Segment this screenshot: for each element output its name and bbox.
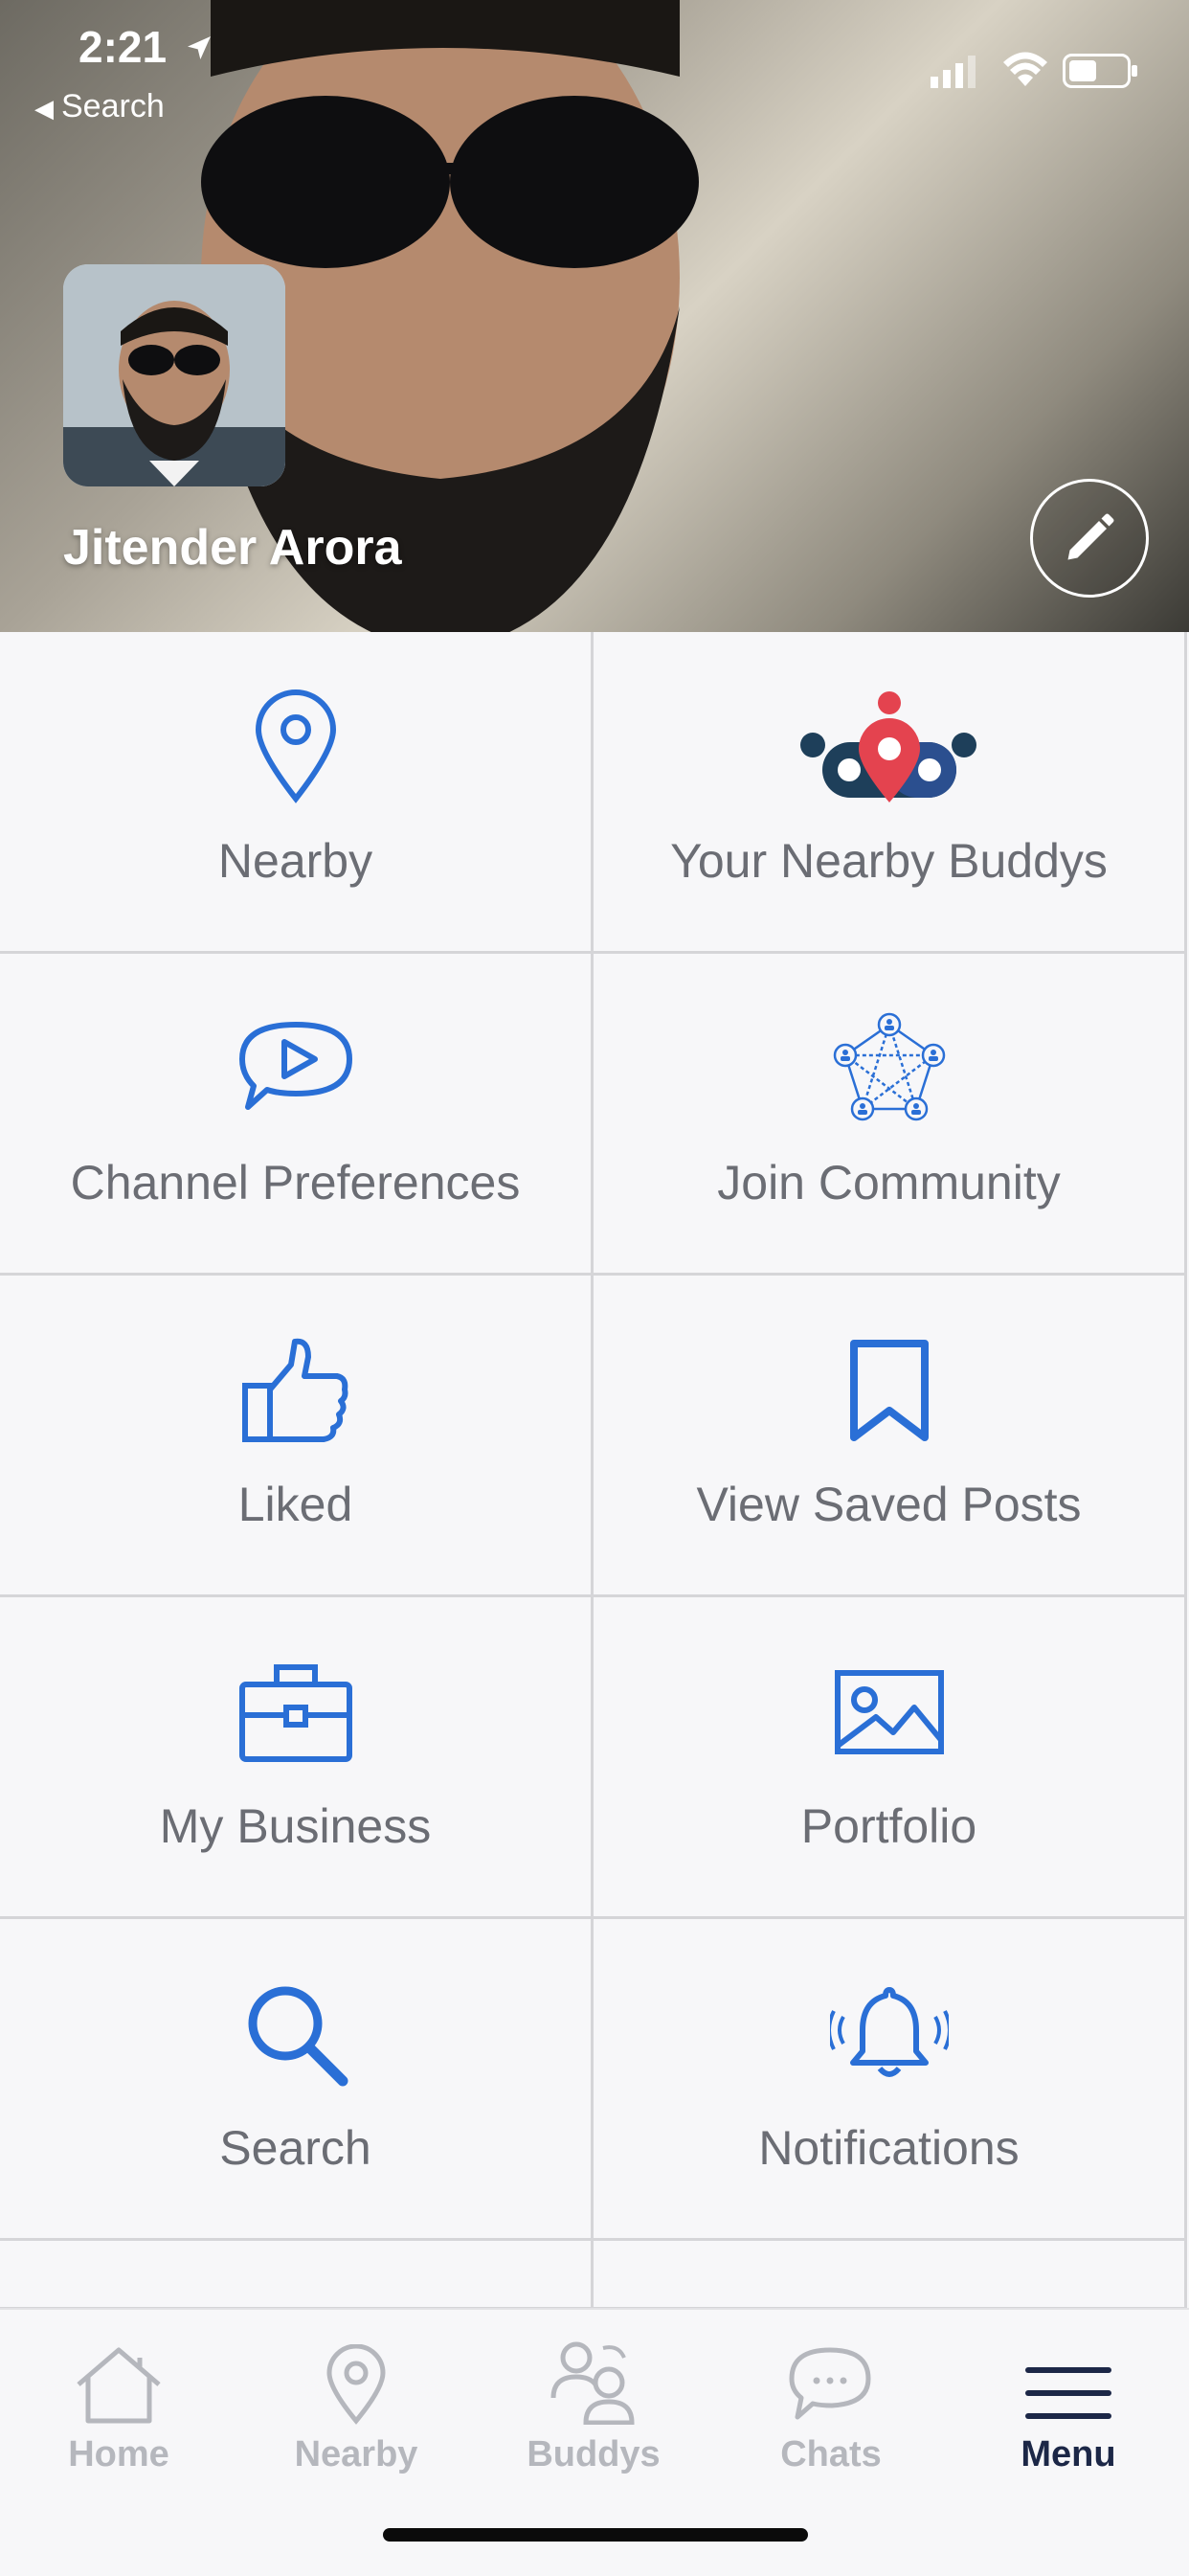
menu-item-partial[interactable] <box>0 2241 594 2310</box>
tab-label: Home <box>68 2434 169 2474</box>
pencil-icon <box>1067 513 1114 560</box>
menu-item-label: View Saved Posts <box>696 1478 1082 1531</box>
avatar-photo <box>63 264 285 486</box>
bookmark-icon <box>849 1340 929 1441</box>
community-network-icon <box>833 1012 945 1121</box>
location-pin-icon <box>326 2344 386 2425</box>
menu-item-nearby[interactable]: Nearby <box>0 632 594 954</box>
hamburger-menu-icon <box>1025 2367 1111 2419</box>
menu-item-label: Liked <box>237 1478 353 1531</box>
edit-profile-button[interactable] <box>1030 479 1149 598</box>
home-icon <box>77 2347 161 2424</box>
menu-item-channel-preferences[interactable]: Channel Preferences <box>0 954 594 1276</box>
status-time: 2:21 <box>79 22 168 72</box>
menu-item-label: Notifications <box>758 2121 1020 2175</box>
menu-item-label: Portfolio <box>800 1799 977 1853</box>
search-icon <box>248 1986 348 2087</box>
tab-label: Nearby <box>294 2434 418 2474</box>
menu-item-label: My Business <box>159 1799 432 1853</box>
thumbs-up-icon <box>241 1338 348 1442</box>
tab-buddys[interactable]: Buddys <box>475 2329 712 2492</box>
menu-item-notifications[interactable]: Notifications <box>594 1919 1187 2241</box>
location-arrow-icon <box>188 36 211 59</box>
back-to-search-link[interactable]: ◀ Search <box>34 88 165 125</box>
tab-chats[interactable]: Chats <box>712 2329 950 2492</box>
menu-item-my-business[interactable]: My Business <box>0 1597 594 1919</box>
chat-bubble-icon <box>789 2347 871 2420</box>
status-bar: 2:21 ◀ Search <box>0 0 1189 134</box>
location-pin-icon <box>255 689 336 803</box>
battery-icon <box>1063 54 1137 88</box>
menu-item-label: Your Nearby Buddys <box>670 834 1108 888</box>
home-indicator[interactable] <box>383 2528 808 2542</box>
menu-item-view-saved-posts[interactable]: View Saved Posts <box>594 1276 1187 1597</box>
tab-label: Chats <box>780 2434 882 2474</box>
tab-label: Menu <box>1021 2434 1116 2474</box>
menu-item-label: Channel Preferences <box>70 1156 521 1209</box>
menu-item-label: Search <box>219 2121 371 2175</box>
menu-item-label: Join Community <box>717 1156 1061 1209</box>
image-icon <box>834 1670 944 1754</box>
buddys-logo-icon <box>799 691 976 802</box>
menu-item-partial[interactable] <box>594 2241 1187 2310</box>
tab-home[interactable]: Home <box>0 2329 237 2492</box>
signal-icon <box>931 56 976 88</box>
avatar[interactable] <box>63 264 285 486</box>
back-triangle-icon: ◀ <box>34 94 54 123</box>
wifi-icon <box>1003 52 1047 86</box>
briefcase-icon <box>238 1664 352 1762</box>
profile-name: Jitender Arora <box>63 520 402 576</box>
people-icon <box>550 2341 635 2425</box>
bell-icon <box>829 1987 949 2077</box>
tab-nearby[interactable]: Nearby <box>237 2329 475 2492</box>
menu-item-label: Nearby <box>217 834 373 888</box>
tab-label: Buddys <box>527 2434 661 2474</box>
menu-item-liked[interactable]: Liked <box>0 1276 594 1597</box>
back-label: Search <box>61 88 165 124</box>
play-chat-icon <box>238 1022 352 1110</box>
menu-item-search[interactable]: Search <box>0 1919 594 2241</box>
tab-menu[interactable]: Menu <box>950 2329 1187 2492</box>
profile-header: 2:21 ◀ Search Jitender Arora <box>0 0 1189 632</box>
menu-item-your-nearby-buddys[interactable]: Your Nearby Buddys <box>594 632 1187 954</box>
menu-item-join-community[interactable]: Join Community <box>594 954 1187 1276</box>
menu-item-portfolio[interactable]: Portfolio <box>594 1597 1187 1919</box>
